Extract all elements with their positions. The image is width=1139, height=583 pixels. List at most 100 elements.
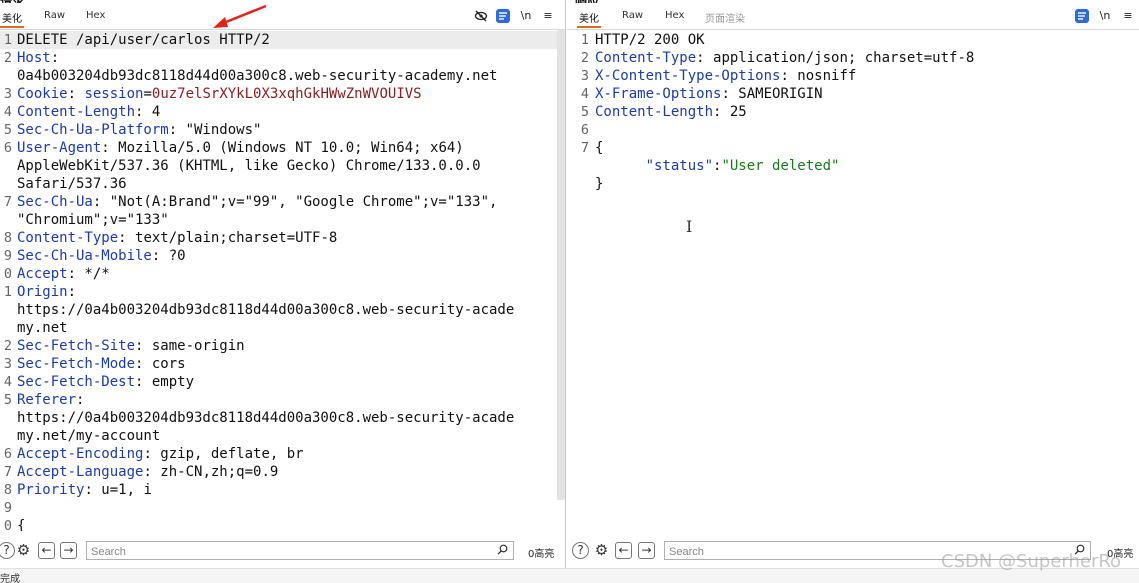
code-text: Sec-Fetch-Site: same-origin xyxy=(17,337,245,355)
tab-raw[interactable]: Raw xyxy=(44,10,65,21)
header-name: Sec-Ch-Ua-Platform xyxy=(17,122,169,138)
code-text: { xyxy=(17,517,25,531)
line-number: 6 xyxy=(3,140,12,156)
code-text: https://0a4b003204db93dc8118d44d00a300c8… xyxy=(17,301,514,319)
line-number: 2 xyxy=(3,50,12,66)
header-name: Accept-Language xyxy=(17,464,144,480)
code-fragment: : same-origin xyxy=(135,338,245,354)
tab-hex[interactable]: Hex xyxy=(665,10,684,21)
line-number: 2 xyxy=(580,50,589,66)
code-line: Safari/537.36 xyxy=(0,175,565,193)
code-line: 7 Accept-Language: zh-CN,zh;q=0.9 xyxy=(0,463,565,481)
header-name: Priority xyxy=(17,482,85,498)
code-text: Priority: u=1, i xyxy=(17,481,152,499)
code-line: "status":"User deleted" xyxy=(567,157,1139,175)
code-text: DELETE /api/user/carlos HTTP/2 xyxy=(17,31,270,49)
menu-icon[interactable]: ≡ xyxy=(541,9,555,23)
code-line: 5 Sec-Ch-Ua-Platform: "Windows" xyxy=(0,121,565,139)
request-search-box[interactable] xyxy=(86,541,514,561)
code-text: X-Frame-Options: SAMEORIGIN xyxy=(595,85,823,103)
code-line: 3 Cookie: session=0uz7elSrXYkL0X3xqhGkHWw… xyxy=(0,85,565,103)
forward-arrow-icon[interactable]: → xyxy=(60,542,77,559)
forward-arrow-icon[interactable]: → xyxy=(638,542,655,559)
wrap-lines-icon[interactable] xyxy=(496,9,510,23)
code-text: "status":"User deleted" xyxy=(595,157,840,175)
code-line: 2 Content-Type: application/json; charset… xyxy=(567,49,1139,67)
code-fragment: { xyxy=(595,140,604,156)
line-number: 0 xyxy=(3,518,12,531)
code-fragment: : Mozilla/5.0 (Windows NT 10.0; Win64; x… xyxy=(101,140,464,156)
line-number: 7 xyxy=(580,140,589,156)
code-line: 6 xyxy=(567,121,1139,139)
search-icon[interactable] xyxy=(497,544,508,558)
back-arrow-icon[interactable]: ← xyxy=(615,542,632,559)
code-line: 0a4b003204db93dc8118d44d00a300c8.web-sec… xyxy=(0,67,565,85)
line-number: 6 xyxy=(3,446,12,462)
tab-pretty[interactable]: 美化 xyxy=(577,10,601,28)
response-editor[interactable]: 1 HTTP/2 200 OK 2 Content-Type: application… xyxy=(567,29,1139,531)
header-name: session xyxy=(84,86,144,102)
code-line: 9 Sec-Ch-Ua-Mobile: ?0 xyxy=(0,247,565,265)
code-fragment: "Chromium";v="133" xyxy=(17,212,169,228)
code-fragment: : 4 xyxy=(135,104,161,120)
code-fragment: } xyxy=(595,176,604,192)
newline-icon[interactable]: \n xyxy=(519,9,533,23)
code-text: Cookie: session=0uz7elSrXYkL0X3xqhGkHWwZ… xyxy=(17,85,422,103)
code-text: my.net/my-account xyxy=(17,427,160,445)
settings-icon[interactable]: ⚙ xyxy=(593,542,610,559)
code-line: 5 Content-Length: 25 xyxy=(567,103,1139,121)
line-number: 6 xyxy=(580,122,589,138)
code-fragment: : u=1, i xyxy=(84,482,152,498)
tab-render[interactable]: 页面渲染 xyxy=(705,10,745,25)
code-line: 8 Priority: u=1, i xyxy=(0,481,565,499)
request-editor[interactable]: 1 DELETE /api/user/carlos HTTP/2 2 Host: 0a4… xyxy=(0,29,565,531)
header-name: Content-Type xyxy=(17,230,119,246)
cookie-value: 0uz7elSrXYkL0X3xqhGkHWwZnWVOUIVS xyxy=(151,86,422,102)
help-icon[interactable]: ? xyxy=(572,542,589,559)
code-text: Content-Length: 4 xyxy=(17,103,160,121)
request-tabbar: 美化 Raw Hex \n ≡ xyxy=(0,8,565,28)
tab-hex[interactable]: Hex xyxy=(86,10,105,21)
code-text: Content-Type: application/json; charset=… xyxy=(595,49,974,67)
request-search-input[interactable] xyxy=(87,543,513,561)
settings-icon[interactable]: ⚙ xyxy=(15,542,32,559)
code-line: 5 Referer: xyxy=(0,391,565,409)
code-text: Safari/537.36 xyxy=(17,175,127,193)
code-text: AppleWebKit/537.36 (KHTML, like Gecko) C… xyxy=(17,157,481,175)
code-fragment xyxy=(595,158,646,174)
back-arrow-icon[interactable]: ← xyxy=(38,542,55,559)
code-fragment: my.net/my-account xyxy=(17,428,161,444)
help-icon[interactable]: ? xyxy=(0,542,15,559)
code-fragment: : text/plain;charset=UTF-8 xyxy=(118,230,338,246)
code-line: 1 Origin: xyxy=(0,283,565,301)
menu-icon[interactable]: ≡ xyxy=(1121,9,1135,23)
line-number: 7 xyxy=(3,464,12,480)
code-fragment: { xyxy=(17,518,26,531)
code-fragment: : xyxy=(76,392,85,408)
code-line: https://0a4b003204db93dc8118d44d00a300c8… xyxy=(0,409,565,427)
eye-off-icon[interactable] xyxy=(474,9,488,23)
newline-icon[interactable]: \n xyxy=(1098,9,1112,23)
code-line: 0{ xyxy=(0,517,565,531)
code-line: 3 X-Content-Type-Options: nosniff xyxy=(567,67,1139,85)
tab-pretty[interactable]: 美化 xyxy=(0,10,24,28)
code-fragment: Safari/537.36 xyxy=(17,176,127,192)
tab-raw[interactable]: Raw xyxy=(622,10,643,21)
code-line: 6 User-Agent: Mozilla/5.0 (Windows NT 10.… xyxy=(0,139,565,157)
line-number: 5 xyxy=(580,104,589,120)
line-number: 1 xyxy=(3,284,12,300)
code-text: Origin: xyxy=(17,283,76,301)
code-fragment: : xyxy=(67,86,85,102)
header-name: User-Agent xyxy=(17,140,102,156)
code-fragment: : ?0 xyxy=(151,248,186,264)
code-line: 7{ xyxy=(567,139,1139,157)
line-number: 4 xyxy=(3,374,12,390)
header-name: Origin xyxy=(17,284,68,300)
request-scrollbar[interactable] xyxy=(557,30,565,500)
header-name: Accept-Encoding xyxy=(17,446,144,462)
code-text: my.net xyxy=(17,319,68,337)
code-fragment: : zh-CN,zh;q=0.9 xyxy=(143,464,279,480)
header-name: Content-Length xyxy=(17,104,136,120)
text-cursor-icon: I xyxy=(686,217,693,236)
wrap-lines-icon[interactable] xyxy=(1075,9,1089,23)
